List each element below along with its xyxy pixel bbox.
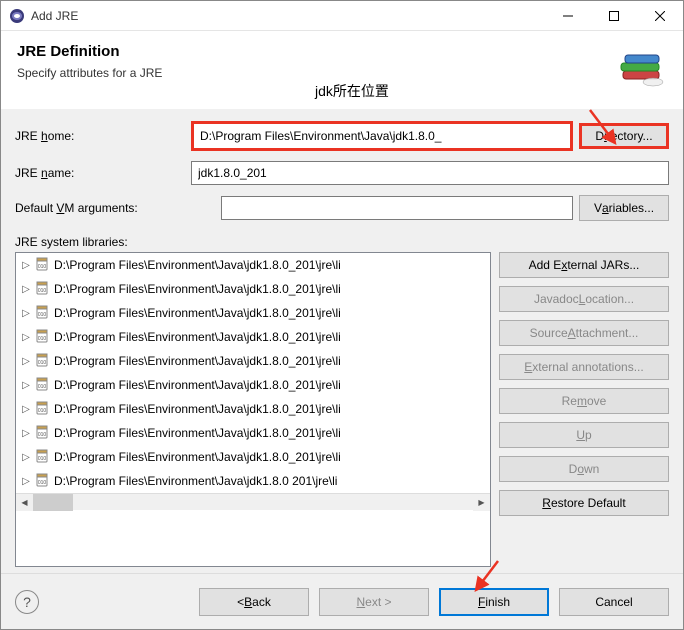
expand-icon[interactable]: ▷ bbox=[20, 452, 32, 463]
jar-icon: 010 bbox=[34, 400, 50, 419]
down-button[interactable]: Down bbox=[499, 456, 669, 482]
tree-item[interactable]: ▷ 010 D:\Program Files\Environment\Java\jd… bbox=[16, 373, 490, 397]
expand-icon[interactable]: ▷ bbox=[20, 308, 32, 319]
jar-icon: 010 bbox=[34, 424, 50, 443]
jar-icon: 010 bbox=[34, 328, 50, 347]
tree-item[interactable]: ▷ 010 D:\Program Files\Environment\Java\jd… bbox=[16, 277, 490, 301]
libraries-label: JRE system libraries: bbox=[15, 235, 669, 249]
svg-text:010: 010 bbox=[38, 336, 47, 342]
expand-icon[interactable]: ▷ bbox=[20, 428, 32, 439]
scroll-left-arrow[interactable]: ◀ bbox=[16, 494, 33, 511]
tree-item[interactable]: ▷ 010 D:\Program Files\Environment\Java\jd… bbox=[16, 253, 490, 277]
horizontal-scrollbar[interactable]: ◀ ▶ bbox=[16, 493, 490, 510]
dialog-header: JRE Definition Specify attributes for a … bbox=[1, 31, 683, 109]
add-jre-dialog: Add JRE JRE Definition Specify attribute… bbox=[0, 0, 684, 630]
jar-icon: 010 bbox=[34, 280, 50, 299]
finish-button[interactable]: Finish bbox=[439, 588, 549, 616]
tree-item[interactable]: ▷ 010 D:\Program Files\Environment\Java\jd… bbox=[16, 397, 490, 421]
libraries-section: JRE system libraries: ▷ 010 D:\Program Fil… bbox=[15, 235, 669, 567]
jar-icon: 010 bbox=[34, 472, 50, 491]
restore-default-button[interactable]: Restore Default bbox=[499, 490, 669, 516]
svg-text:010: 010 bbox=[38, 360, 47, 366]
expand-icon[interactable]: ▷ bbox=[20, 332, 32, 343]
tree-item[interactable]: ▷ 010 D:\Program Files\Environment\Java\jd… bbox=[16, 469, 490, 493]
tree-item-path: D:\Program Files\Environment\Java\jdk1.8… bbox=[54, 402, 341, 416]
jre-home-input[interactable] bbox=[191, 121, 573, 151]
tree-item-path: D:\Program Files\Environment\Java\jdk1.8… bbox=[54, 450, 341, 464]
expand-icon[interactable]: ▷ bbox=[20, 476, 32, 487]
cancel-button[interactable]: Cancel bbox=[559, 588, 669, 616]
annotation-text: jdk所在位置 bbox=[315, 81, 389, 101]
jre-name-label: JRE name: bbox=[15, 166, 185, 180]
svg-text:010: 010 bbox=[38, 288, 47, 294]
vm-args-input[interactable] bbox=[221, 196, 573, 220]
jre-home-label: JRE home: bbox=[15, 129, 185, 143]
tree-item[interactable]: ▷ 010 D:\Program Files\Environment\Java\jd… bbox=[16, 325, 490, 349]
source-attachment-button[interactable]: Source Attachment... bbox=[499, 320, 669, 346]
svg-text:010: 010 bbox=[38, 480, 47, 486]
tree-item-path: D:\Program Files\Environment\Java\jdk1.8… bbox=[54, 474, 337, 488]
javadoc-location-button[interactable]: Javadoc Location... bbox=[499, 286, 669, 312]
title-bar: Add JRE bbox=[1, 1, 683, 31]
tree-item-path: D:\Program Files\Environment\Java\jdk1.8… bbox=[54, 258, 341, 272]
tree-item-path: D:\Program Files\Environment\Java\jdk1.8… bbox=[54, 378, 341, 392]
libraries-tree[interactable]: ▷ 010 D:\Program Files\Environment\Java\jd… bbox=[15, 252, 491, 567]
variables-button[interactable]: Variables... bbox=[579, 195, 669, 221]
tree-item[interactable]: ▷ 010 D:\Program Files\Environment\Java\jd… bbox=[16, 301, 490, 325]
svg-text:010: 010 bbox=[38, 312, 47, 318]
remove-button[interactable]: Remove bbox=[499, 388, 669, 414]
close-button[interactable] bbox=[637, 1, 683, 31]
jar-icon: 010 bbox=[34, 448, 50, 467]
vm-args-label: Default VM arguments: bbox=[15, 201, 215, 215]
tree-item[interactable]: ▷ 010 D:\Program Files\Environment\Java\jd… bbox=[16, 349, 490, 373]
tree-item[interactable]: ▷ 010 D:\Program Files\Environment\Java\jd… bbox=[16, 421, 490, 445]
tree-item-path: D:\Program Files\Environment\Java\jdk1.8… bbox=[54, 354, 341, 368]
minimize-button[interactable] bbox=[545, 1, 591, 31]
vm-args-row: Default VM arguments: Variables... bbox=[15, 195, 669, 221]
back-button[interactable]: < Back bbox=[199, 588, 309, 616]
jre-name-input[interactable] bbox=[191, 161, 669, 185]
external-annotations-button[interactable]: External annotations... bbox=[499, 354, 669, 380]
window-title: Add JRE bbox=[31, 9, 545, 23]
tree-item-path: D:\Program Files\Environment\Java\jdk1.8… bbox=[54, 330, 341, 344]
scroll-right-arrow[interactable]: ▶ bbox=[473, 494, 490, 511]
help-icon[interactable]: ? bbox=[15, 590, 39, 614]
tree-item[interactable]: ▷ 010 D:\Program Files\Environment\Java\jd… bbox=[16, 445, 490, 469]
expand-icon[interactable]: ▷ bbox=[20, 284, 32, 295]
books-icon bbox=[615, 43, 667, 98]
tree-item-path: D:\Program Files\Environment\Java\jdk1.8… bbox=[54, 426, 341, 440]
expand-icon[interactable]: ▷ bbox=[20, 404, 32, 415]
directory-button[interactable]: Directory... bbox=[579, 123, 669, 149]
expand-icon[interactable]: ▷ bbox=[20, 356, 32, 367]
scroll-track[interactable] bbox=[33, 494, 473, 510]
jre-name-row: JRE name: bbox=[15, 161, 669, 185]
svg-text:010: 010 bbox=[38, 408, 47, 414]
next-button[interactable]: Next > bbox=[319, 588, 429, 616]
eclipse-icon bbox=[9, 8, 25, 24]
library-buttons: Add External JARs... Javadoc Location...… bbox=[499, 252, 669, 567]
dialog-content: JRE home: Directory... JRE name: Default… bbox=[1, 109, 683, 573]
expand-icon[interactable]: ▷ bbox=[20, 380, 32, 391]
maximize-button[interactable] bbox=[591, 1, 637, 31]
expand-icon[interactable]: ▷ bbox=[20, 260, 32, 271]
jar-icon: 010 bbox=[34, 352, 50, 371]
svg-text:010: 010 bbox=[38, 456, 47, 462]
scroll-thumb[interactable] bbox=[33, 494, 73, 511]
tree-item-path: D:\Program Files\Environment\Java\jdk1.8… bbox=[54, 282, 341, 296]
jre-home-row: JRE home: Directory... bbox=[15, 121, 669, 151]
dialog-footer: ? < Back Next > Finish Cancel bbox=[1, 573, 683, 629]
svg-text:010: 010 bbox=[38, 384, 47, 390]
jar-icon: 010 bbox=[34, 376, 50, 395]
svg-text:010: 010 bbox=[38, 264, 47, 270]
add-external-jars-button[interactable]: Add External JARs... bbox=[499, 252, 669, 278]
header-subtitle: Specify attributes for a JRE bbox=[17, 66, 667, 80]
jar-icon: 010 bbox=[34, 304, 50, 323]
svg-text:010: 010 bbox=[38, 432, 47, 438]
jar-icon: 010 bbox=[34, 256, 50, 275]
header-title: JRE Definition bbox=[17, 43, 667, 60]
tree-item-path: D:\Program Files\Environment\Java\jdk1.8… bbox=[54, 306, 341, 320]
up-button[interactable]: Up bbox=[499, 422, 669, 448]
